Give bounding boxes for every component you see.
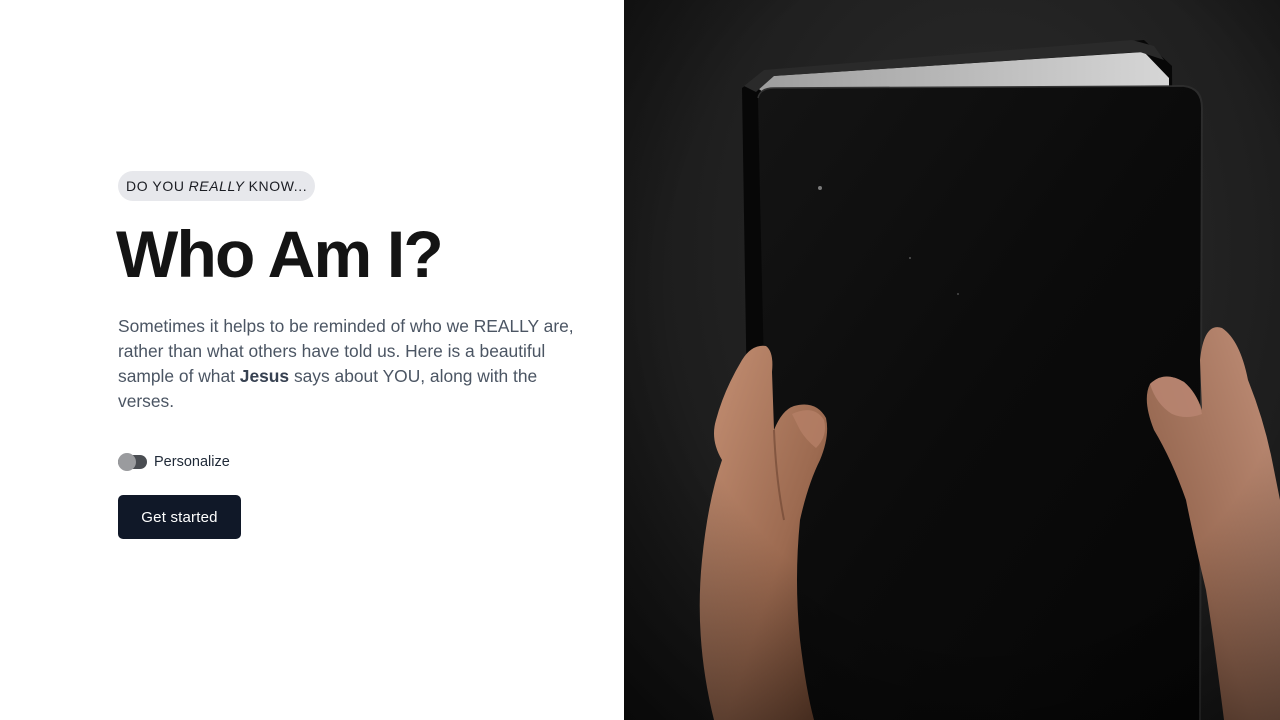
hero-text-panel: DO YOU REALLY KNOW... Who Am I? Sometime… bbox=[0, 0, 624, 720]
personalize-switch[interactable] bbox=[118, 453, 147, 471]
switch-knob bbox=[118, 453, 136, 471]
hands-holding-bible-image bbox=[624, 0, 1280, 720]
eyebrow-suffix: KNOW... bbox=[248, 178, 308, 194]
landing-page: DO YOU REALLY KNOW... Who Am I? Sometime… bbox=[0, 0, 1280, 720]
eyebrow-prefix: DO YOU bbox=[126, 178, 185, 194]
hero-description: Sometimes it helps to be reminded of who… bbox=[118, 314, 590, 414]
personalize-label[interactable]: Personalize bbox=[154, 454, 230, 470]
eyebrow-badge: DO YOU REALLY KNOW... bbox=[118, 171, 316, 201]
eyebrow-emphasis: REALLY bbox=[188, 178, 245, 194]
hero-photo bbox=[624, 0, 1280, 720]
personalize-toggle-row: Personalize bbox=[118, 452, 230, 472]
description-highlight: Jesus bbox=[239, 366, 290, 386]
get-started-button[interactable]: Get started bbox=[118, 495, 241, 539]
page-title: Who Am I? bbox=[116, 217, 444, 291]
